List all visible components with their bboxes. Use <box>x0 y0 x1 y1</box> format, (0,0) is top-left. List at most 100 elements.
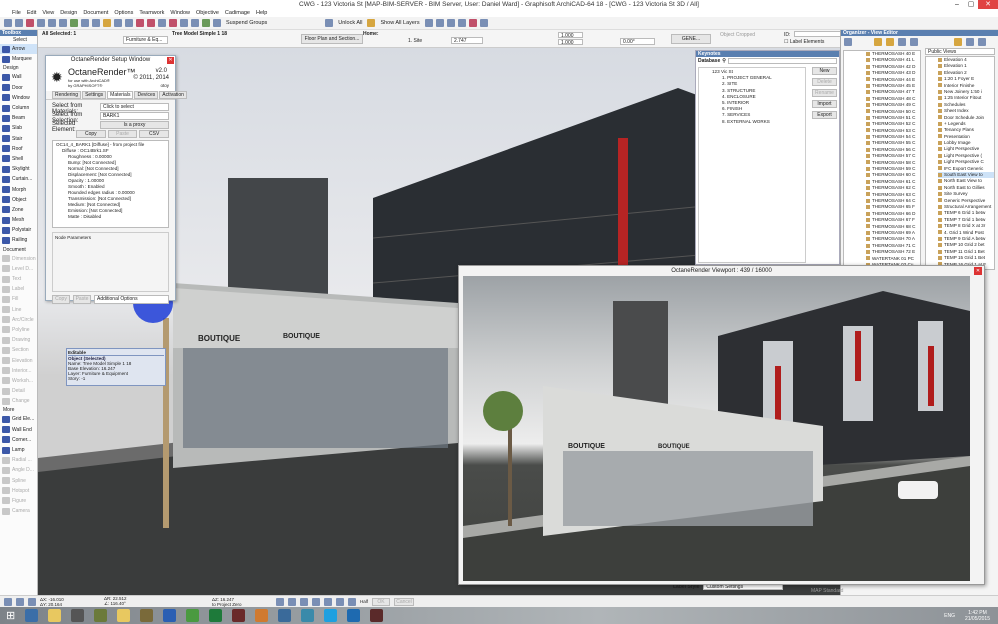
snap-icon[interactable] <box>336 597 344 606</box>
status-icon[interactable] <box>16 597 24 606</box>
node-paste-button[interactable]: Paste <box>73 295 91 304</box>
toolbar-icon[interactable] <box>202 19 210 27</box>
project-map-item[interactable]: THERMOSASH 49 C <box>866 102 920 108</box>
snap-icon[interactable] <box>300 597 308 606</box>
archicad-icon[interactable] <box>370 609 384 622</box>
site-story[interactable]: 1. Site <box>408 38 422 44</box>
is-a-proxy-button[interactable]: Is a proxy <box>100 121 169 129</box>
app-icon[interactable] <box>232 609 246 622</box>
tool-polyline[interactable]: Polyline <box>0 325 37 335</box>
tool-dimension[interactable]: Dimension <box>0 254 37 264</box>
label-elements-checkbox[interactable]: ☐ Label Elements <box>784 39 824 45</box>
project-map-item[interactable]: THERMOSASH 67 F <box>866 217 920 223</box>
tool-wall[interactable]: Wall <box>0 72 37 82</box>
public-views-dropdown[interactable]: Public Views <box>925 48 995 55</box>
app-icon[interactable] <box>71 609 85 622</box>
menu-teamwork[interactable]: Teamwork <box>139 9 164 17</box>
menu-options[interactable]: Options <box>114 9 133 17</box>
tool-window[interactable]: Window <box>0 93 37 103</box>
tool-label[interactable]: Label <box>0 284 37 294</box>
folder-icon[interactable] <box>954 38 962 46</box>
tool-elevation[interactable]: Elevation <box>0 355 37 365</box>
project-map-item[interactable]: THERMOSASH 57 C <box>866 153 920 159</box>
tool-slab[interactable]: Slab <box>0 123 37 133</box>
tool-beam[interactable]: Beam <box>0 113 37 123</box>
id-field[interactable] <box>794 31 846 37</box>
tool-camera[interactable]: Camera <box>0 506 37 516</box>
tool-hotspot[interactable]: Hotspot <box>0 486 37 496</box>
tool-object[interactable]: Object <box>0 195 37 205</box>
language-indicator[interactable]: ENG <box>944 613 955 619</box>
additional-options-dropdown[interactable]: Additional Options <box>94 295 169 304</box>
tool-railing[interactable]: Railing <box>0 235 37 245</box>
tool-worksh[interactable]: Worksh... <box>0 376 37 386</box>
toolbar-icon[interactable] <box>26 19 34 27</box>
minimize-button[interactable]: – <box>950 0 964 9</box>
view-map-tree[interactable]: Elevation 4 Elevation 1 Elevation 2 1:20 1 … <box>925 56 995 270</box>
publisher-icon[interactable] <box>978 38 986 46</box>
ok-button[interactable]: OK <box>372 597 391 606</box>
project-map-item[interactable]: THERMOSASH 52 C <box>866 121 920 127</box>
toolbar-icon[interactable] <box>136 19 144 27</box>
angle-field[interactable]: 0.00° <box>620 38 655 45</box>
tool-gridele[interactable]: Grid Ele... <box>0 414 37 424</box>
menu-window[interactable]: Window <box>170 9 190 17</box>
toolbar-icon[interactable] <box>147 19 155 27</box>
tool-text[interactable]: Text <box>0 274 37 284</box>
menu-document[interactable]: Document <box>83 9 108 17</box>
tool-wallend[interactable]: Wall End <box>0 425 37 435</box>
keynote-new-button[interactable]: New <box>812 67 837 75</box>
tool-interior[interactable]: Interior... <box>0 366 37 376</box>
archicad-icon[interactable] <box>140 609 154 622</box>
height-field[interactable]: 2.747 <box>451 37 483 44</box>
material-node-tree[interactable]: OC14_4_BARK1 [Diffuse] - from project fi… <box>52 140 169 228</box>
media-icon[interactable] <box>255 609 269 622</box>
z-reference-dropdown[interactable]: to Project Zero <box>212 602 242 607</box>
snap-icon[interactable] <box>312 597 320 606</box>
tool-section[interactable]: Section <box>0 345 37 355</box>
tool-arccircle[interactable]: Arc/Circle <box>0 315 37 325</box>
status-icon[interactable] <box>28 597 36 606</box>
keynote-export-button[interactable]: Export <box>812 111 837 119</box>
menu-help[interactable]: Help <box>256 9 267 17</box>
document-section-header[interactable]: Document <box>0 246 37 254</box>
y-size-field[interactable]: 1.000 <box>558 39 583 46</box>
toolbar-icon[interactable] <box>92 19 100 27</box>
tab-materials[interactable]: Materials <box>107 91 134 99</box>
toolbar-icon[interactable] <box>457 19 466 27</box>
gene-button[interactable]: GENE... <box>671 34 711 44</box>
toolbar-icon[interactable] <box>435 19 444 27</box>
close-button[interactable]: ✕ <box>978 0 998 9</box>
tool-door[interactable]: Door <box>0 83 37 93</box>
rendered-image[interactable]: BOUTIQUE BOUTIQUE <box>463 276 970 581</box>
project-map-item[interactable]: THERMOSASH 62 C <box>866 185 920 191</box>
project-map-item[interactable]: THERMOSASH 72 E <box>866 249 920 255</box>
toolbar-icon[interactable] <box>59 19 67 27</box>
toolbar-icon[interactable] <box>37 19 45 27</box>
keynote-search-input[interactable] <box>727 58 837 64</box>
tool-polystair[interactable]: Polystair <box>0 225 37 235</box>
excel-icon[interactable] <box>209 609 223 622</box>
tool-fill[interactable]: Fill <box>0 294 37 304</box>
toolbar-icon[interactable] <box>114 19 122 27</box>
tab-activation[interactable]: Activation <box>159 91 187 99</box>
menu-file[interactable]: File <box>12 9 21 17</box>
tool-mesh[interactable]: Mesh <box>0 215 37 225</box>
tool-drawing[interactable]: Drawing <box>0 335 37 345</box>
status-icon[interactable] <box>4 597 12 606</box>
layout-icon[interactable] <box>966 38 974 46</box>
tab-rendering[interactable]: Rendering <box>52 91 82 99</box>
menu-edit[interactable]: Edit <box>27 9 36 17</box>
materials-dropdown[interactable]: Click to select <box>100 103 169 111</box>
toolbar-icon[interactable] <box>4 19 12 27</box>
node-copy-button[interactable]: Copy <box>52 295 70 304</box>
project-map-item[interactable]: THERMOSASH 68 C <box>866 224 920 230</box>
project-map-item[interactable]: THERMOSASH 47 T <box>866 89 920 95</box>
tab-devices[interactable]: Devices <box>134 91 159 99</box>
tool-zone[interactable]: Zone <box>0 205 37 215</box>
tool-marquee[interactable]: Marquee <box>0 54 37 64</box>
tool-shell[interactable]: Shell <box>0 154 37 164</box>
toolbar-icon[interactable] <box>468 19 477 27</box>
start-button[interactable]: ⊞ <box>6 609 15 622</box>
csv-button[interactable]: CSV <box>139 130 170 138</box>
